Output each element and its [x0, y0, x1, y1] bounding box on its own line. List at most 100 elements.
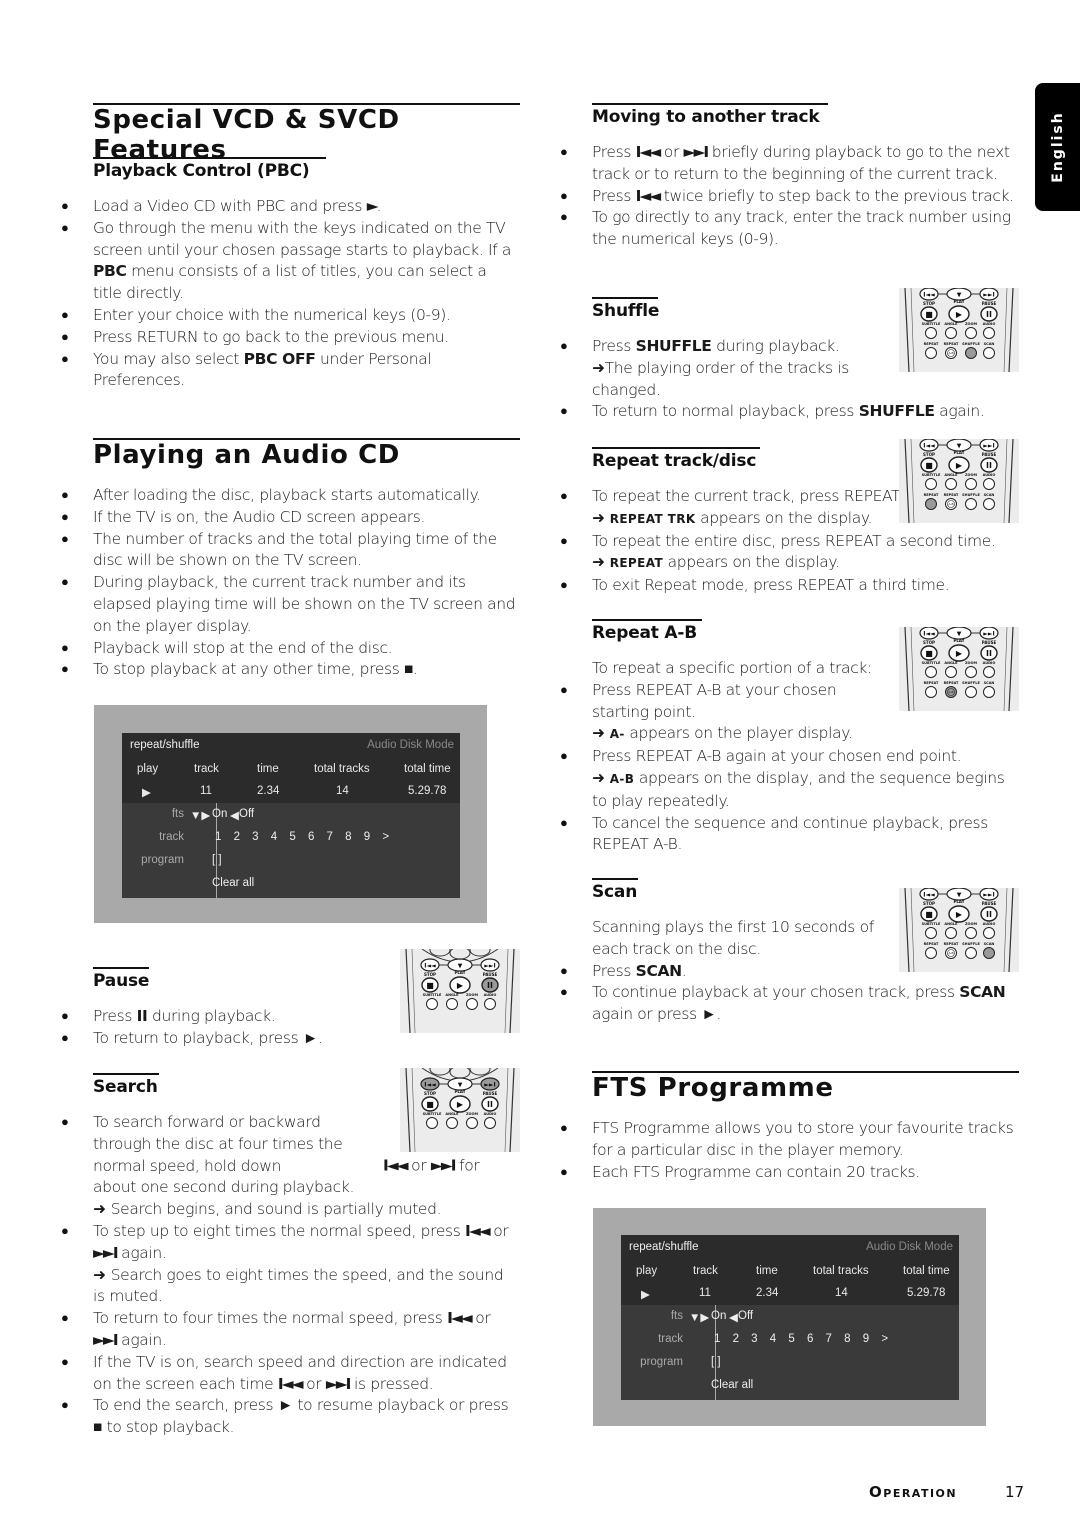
osd-track-label: track [658, 1333, 683, 1345]
osd-header-total-time: total time [903, 1265, 950, 1277]
intro-text: Scanning plays the first 10 seconds of e… [592, 918, 874, 958]
remote-pause-button: II [481, 977, 499, 993]
svg-text:STOP: STOP [424, 1091, 436, 1096]
list-item: To return to four times the normal speed… [61, 1308, 518, 1352]
play-icon: ► [277, 1396, 293, 1415]
next-icon: ►►I [93, 1243, 119, 1262]
remote-stop-button: ■ [920, 306, 938, 322]
osd-fts-off[interactable]: Off [738, 1310, 753, 1322]
osd-header-track: track [693, 1265, 718, 1277]
previous-icon: I◄◄ [465, 1221, 491, 1240]
osd-header-total-tracks: total tracks [314, 763, 370, 775]
svg-text:SUBTITLE: SUBTITLE [922, 661, 941, 665]
remote-zoom-button [965, 327, 977, 339]
remote-angle-button [446, 1117, 458, 1129]
osd-time-value: 2.34 [257, 785, 280, 797]
remote-repeat-ab-button: A-B [945, 498, 957, 510]
remote-repeat-illustration: I◄◄ ▼ ►►I STOP ■ PLAY ▶ PAUSE II SUBTITLE ANGLE ZOO… [899, 439, 1019, 523]
svg-text:AUDIO: AUDIO [484, 993, 497, 997]
osd-fts-left-icon: ◀ [729, 1312, 738, 1324]
osd-total-time-value: 5.29.78 [408, 785, 447, 797]
list-item: Press I◄◄ twice briefly to step back to … [560, 186, 1017, 208]
result-item: ➜The playing order of the tracks is chan… [592, 358, 849, 399]
repeat-ab-heading: Repeat A-B [592, 619, 702, 644]
remote-stop-button: ■ [920, 906, 938, 922]
search-heading: Search [93, 1073, 159, 1098]
remote-scan-button [983, 347, 995, 359]
list-item: Each FTS Programme can contain 20 tracks… [560, 1162, 1017, 1184]
osd-header-play: play [137, 763, 159, 775]
svg-text:▶: ▶ [956, 461, 963, 470]
svg-text:▶: ▶ [956, 310, 963, 319]
osd-fts-off[interactable]: Off [239, 808, 254, 820]
remote-next-button: ►►I [480, 1077, 500, 1091]
pause-list: Press II during playback. To return to p… [61, 1006, 393, 1050]
svg-text:SUBTITLE: SUBTITLE [423, 1112, 442, 1116]
osd-clear-all[interactable]: Clear all [212, 877, 254, 889]
remote-shuffle-button [965, 347, 977, 359]
svg-text:AUDIO: AUDIO [983, 473, 996, 477]
remote-play-button: ▶ [449, 976, 471, 994]
osd-fts-on[interactable]: On [212, 808, 227, 820]
osd-title: repeat/shuffle [629, 1241, 699, 1253]
remote-pause-button: II [481, 1096, 499, 1112]
play-icon: ► [302, 1028, 318, 1047]
osd-track-value: 11 [699, 1287, 711, 1299]
svg-text:STOP: STOP [923, 452, 935, 457]
remote-zoom-button [965, 478, 977, 490]
remote-stop-button: ■ [421, 977, 439, 993]
svg-text:II: II [487, 981, 493, 990]
osd-program-value: [ ] [212, 854, 222, 866]
remote-repeat-ab-button: A-B [945, 686, 957, 698]
next-icon: ►►I [93, 1330, 119, 1349]
svg-text:PAUSE: PAUSE [982, 640, 997, 645]
svg-text:PLAY: PLAY [953, 299, 964, 304]
svg-text:▶: ▶ [457, 981, 464, 990]
remote-audio-button [983, 478, 995, 490]
svg-text:►►I: ►►I [983, 631, 994, 638]
list-item: To stop playback at any other time, pres… [61, 659, 518, 681]
svg-text:■: ■ [925, 649, 933, 658]
svg-text:SUBTITLE: SUBTITLE [423, 993, 442, 997]
svg-text:STOP: STOP [923, 301, 935, 306]
remote-zoom-button [466, 1117, 478, 1129]
osd-clear-all[interactable]: Clear all [711, 1379, 753, 1391]
list-item: You may also select PBC OFF under Person… [61, 349, 513, 393]
remote-angle-button [945, 478, 957, 490]
pbc-list: Load a Video CD with PBC and press ►. Go… [61, 196, 513, 393]
remote-subtitle-button [925, 327, 937, 339]
svg-text:ANGLE: ANGLE [445, 993, 459, 997]
svg-text:■: ■ [426, 981, 434, 990]
osd-track-numbers[interactable]: 1 2 3 4 5 6 7 8 9 > [215, 831, 389, 843]
osd-track-value: 11 [200, 785, 212, 797]
result-item: ➜ Search goes to eight times the speed, … [93, 1265, 504, 1306]
remote-angle-button [446, 998, 458, 1010]
osd-track-numbers[interactable]: 1 2 3 4 5 6 7 8 9 > [714, 1333, 888, 1345]
osd-play-icon: ▶ [641, 1289, 650, 1301]
svg-text:▼: ▼ [957, 292, 962, 299]
svg-text:SHUFFLE: SHUFFLE [962, 342, 980, 346]
svg-text:PAUSE: PAUSE [483, 972, 498, 977]
remote-next-button: ►►I [979, 627, 999, 640]
osd-fts-on[interactable]: On [711, 1310, 726, 1322]
remote-pause-button: II [980, 645, 998, 661]
osd-mode: Audio Disk Mode [866, 1241, 953, 1253]
list-item: During playback, the current track numbe… [61, 572, 518, 637]
svg-text:►►I: ►►I [484, 963, 495, 970]
remote-shuffle-button [965, 498, 977, 510]
svg-text:SHUFFLE: SHUFFLE [962, 942, 980, 946]
osd-screenshot-1: repeat/shuffle Audio Disk Mode play trac… [94, 705, 487, 923]
list-item: FTS Programme allows you to store your f… [560, 1118, 1017, 1162]
remote-shuffle-illustration: I◄◄ ▼ ►►I STOP ■ PLAY ▶ PAUSE II SUBTITLE ANGLE ZOO… [899, 288, 1019, 372]
svg-text:ANGLE: ANGLE [944, 322, 958, 326]
svg-text:II: II [986, 461, 992, 470]
list-item: To step up to eight times the normal spe… [61, 1221, 518, 1265]
remote-audio-button [983, 327, 995, 339]
list-item: Press I◄◄ or ►►I briefly during playback… [560, 142, 1017, 186]
vcd-section-title: Special VCD & SVCD Features [93, 103, 520, 165]
remote-subtitle-button [925, 927, 937, 939]
list-item: Playback will stop at the end of the dis… [61, 638, 518, 660]
osd-program-value: [ ] [711, 1356, 721, 1368]
remote-scan-button [983, 947, 995, 959]
remote-repeat-ab-button: A-B [945, 347, 957, 359]
